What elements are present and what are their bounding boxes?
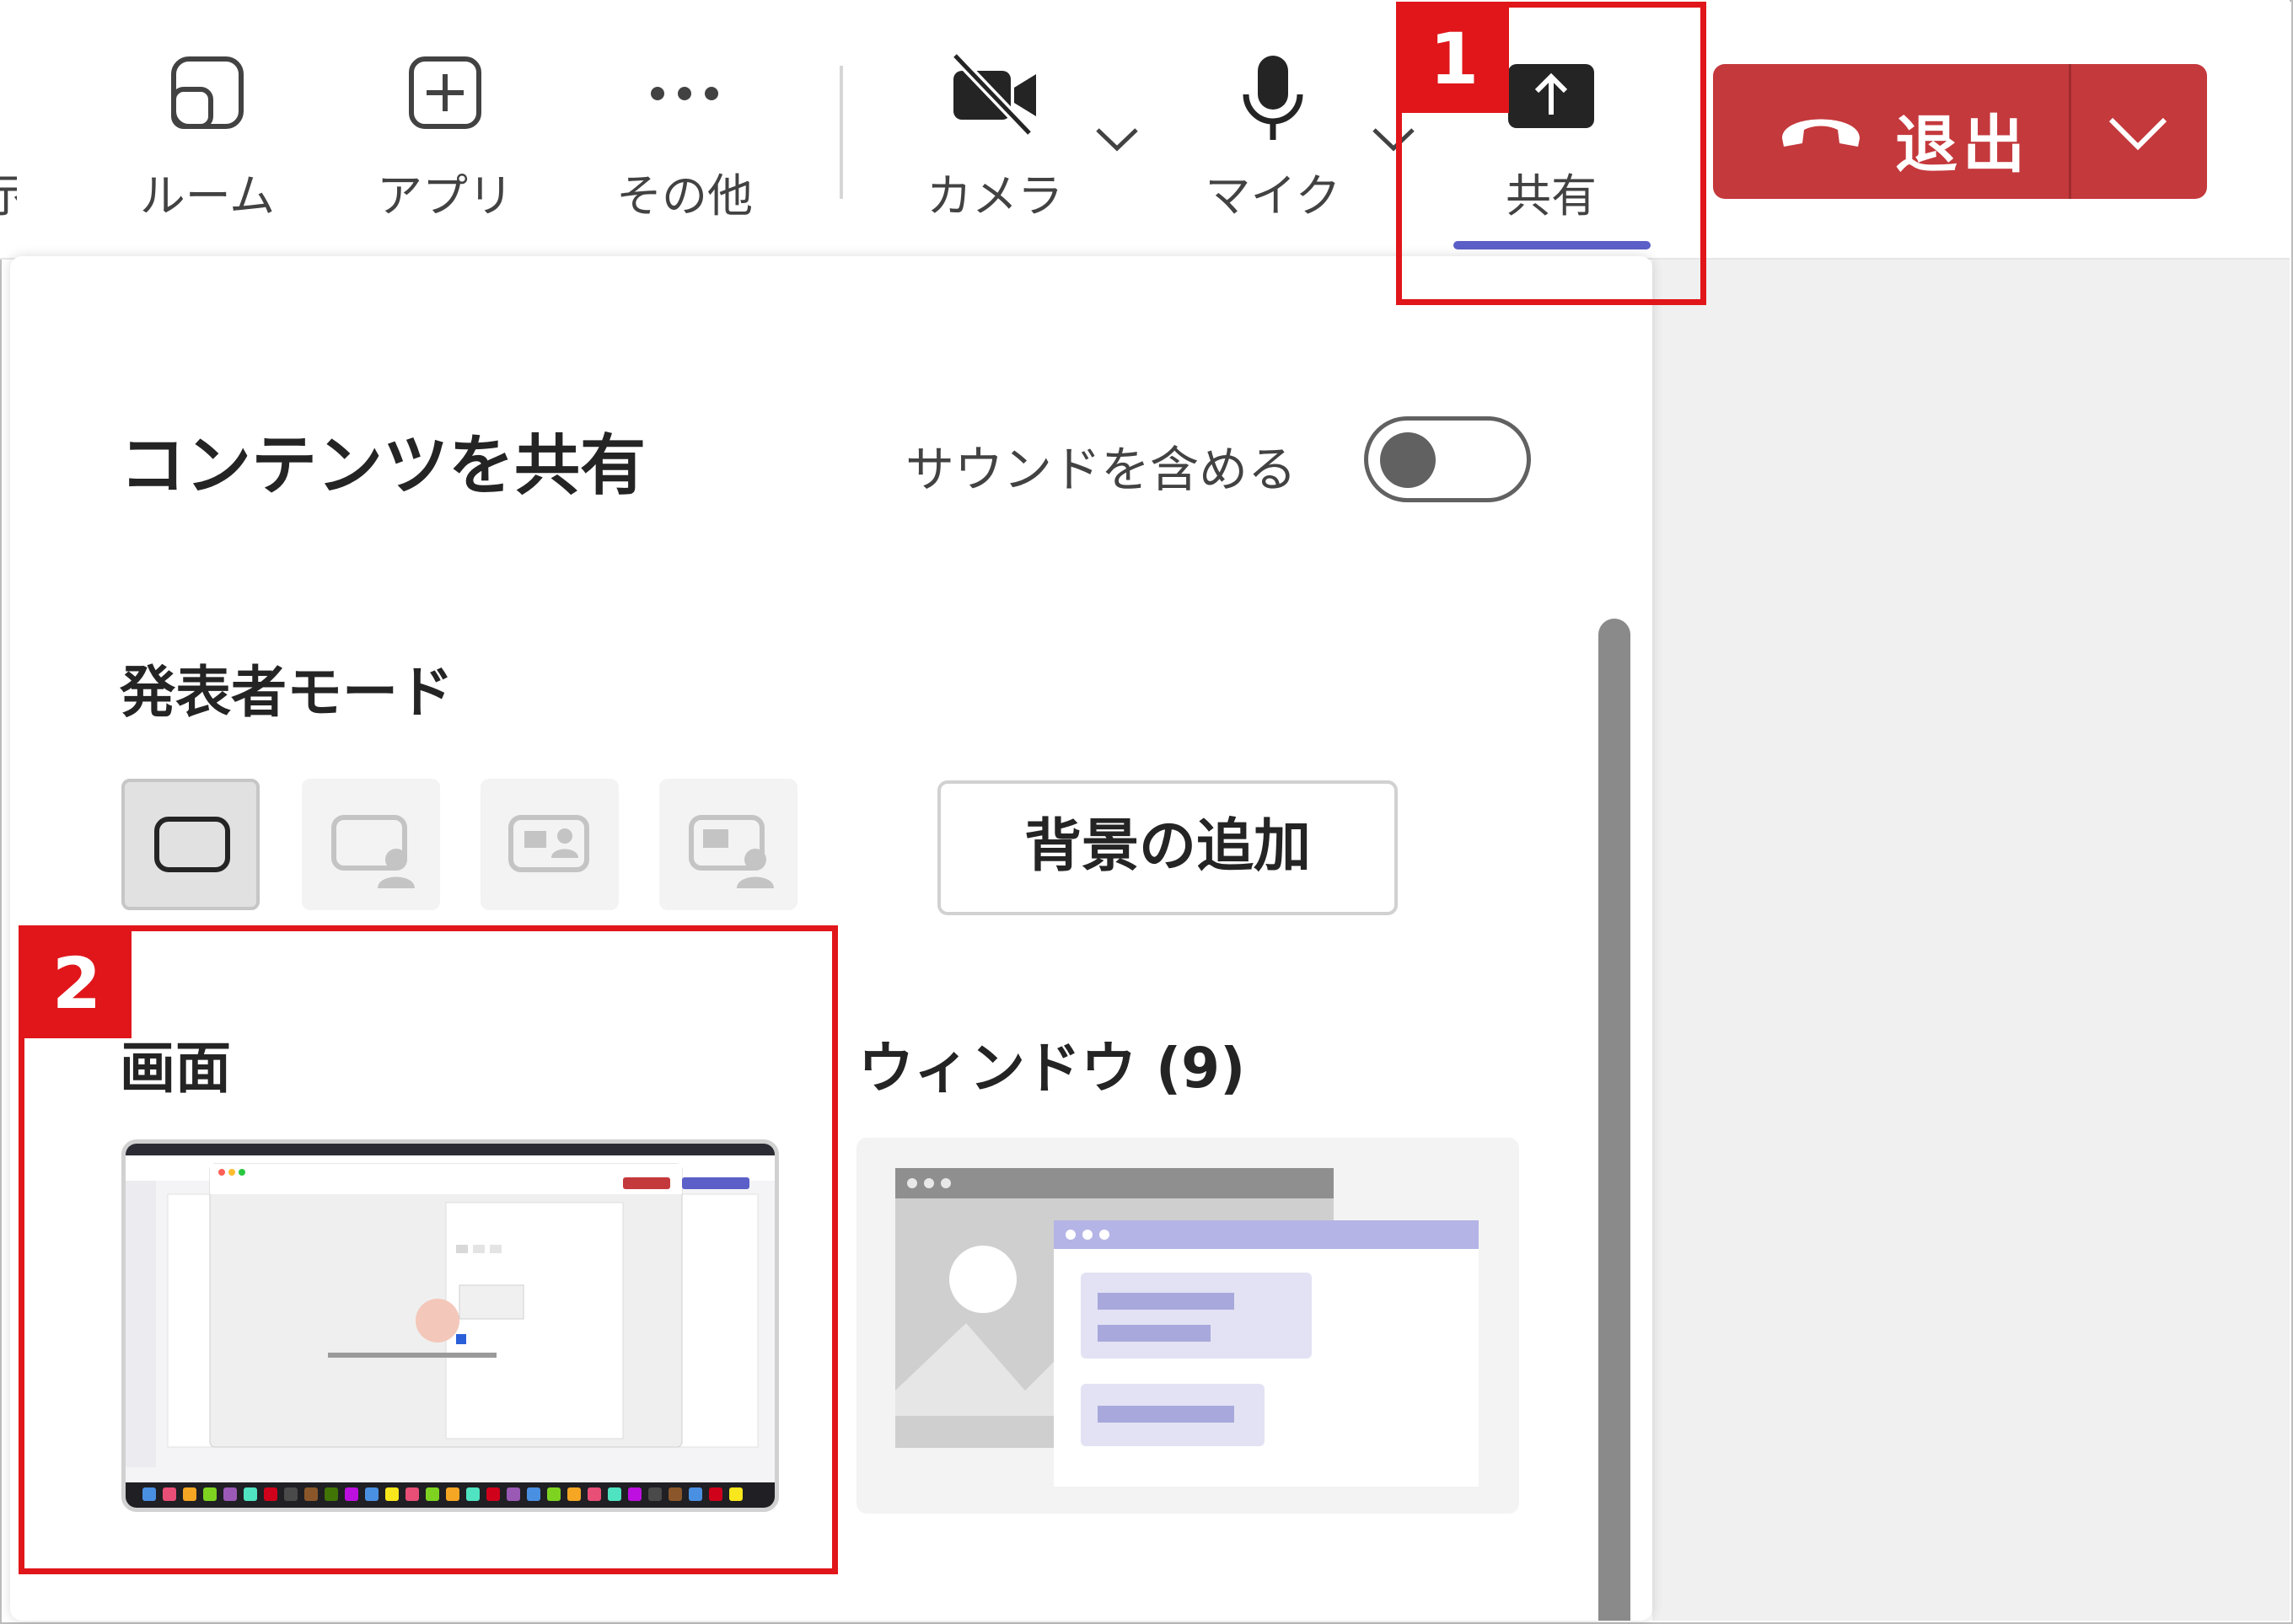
toolbar-apps-button[interactable]: アプリ [361,0,529,258]
reporter-icon [689,815,774,888]
toolbar-camera-label: カメラ [926,169,1063,222]
camera-options-chevron-icon[interactable] [1094,125,1140,153]
partial-icon [0,52,8,131]
camera-off-icon [948,51,1041,140]
leave-button[interactable]: 退出 [1713,64,2207,199]
panel-scrollbar[interactable] [1598,619,1630,1621]
toolbar-label-partial: 示 [0,158,17,225]
side-by-side-icon [508,815,589,872]
include-sound-label: サウンドを含める [905,441,1297,498]
rooms-icon [167,52,248,137]
more-icon [644,81,725,110]
meeting-stage-background [1652,260,2290,1621]
presenter-mode-reporter[interactable] [659,779,797,910]
leave-options-chevron-icon[interactable] [2108,115,2168,152]
toolbar-apps-label: アプリ [377,169,513,222]
window-section-title: ウィンドウ (9) [858,1036,1246,1101]
annotation-number-2: 2 [22,929,132,1038]
standout-icon [331,815,415,888]
window-share-thumbnail[interactable] [857,1138,1519,1514]
toolbar-mic-label: マイク [1205,169,1341,222]
toolbar-rooms-button[interactable]: ルーム [123,0,292,258]
window-illustration-icon [895,1168,1479,1487]
presenter-mode-standout[interactable] [302,779,440,910]
annotation-box-2 [19,925,838,1574]
toolbar-mic-button[interactable]: マイク [1189,0,1357,258]
toggle-knob [1380,432,1436,488]
microphone-icon [1239,52,1307,148]
toolbar-divider [840,66,843,199]
leave-label: 退出 [1895,109,2030,181]
annotation-number-1: 1 [1399,5,1509,113]
content-only-icon [154,817,230,872]
toolbar-item-partial[interactable]: 示 [0,0,17,258]
toolbar-camera-button[interactable]: カメラ [910,0,1079,258]
leave-divider [2069,64,2071,199]
toolbar-more-button[interactable]: その他 [600,0,769,258]
include-sound-toggle[interactable] [1364,416,1531,502]
add-background-button[interactable]: 背景の追加 [937,780,1398,915]
hang-up-icon [1782,119,1860,147]
presenter-mode-title: 発表者モード [120,660,454,725]
presenter-mode-side-by-side[interactable] [481,779,619,910]
add-app-icon [405,52,486,137]
share-panel-title: コンテンツを共有 [120,428,647,504]
presenter-mode-content-only[interactable] [121,779,260,910]
toolbar-rooms-label: ルーム [139,169,276,222]
meeting-toolbar: 示 ルーム アプリ その他 カメラ マイク [0,0,2290,260]
toolbar-more-label: その他 [616,169,753,222]
